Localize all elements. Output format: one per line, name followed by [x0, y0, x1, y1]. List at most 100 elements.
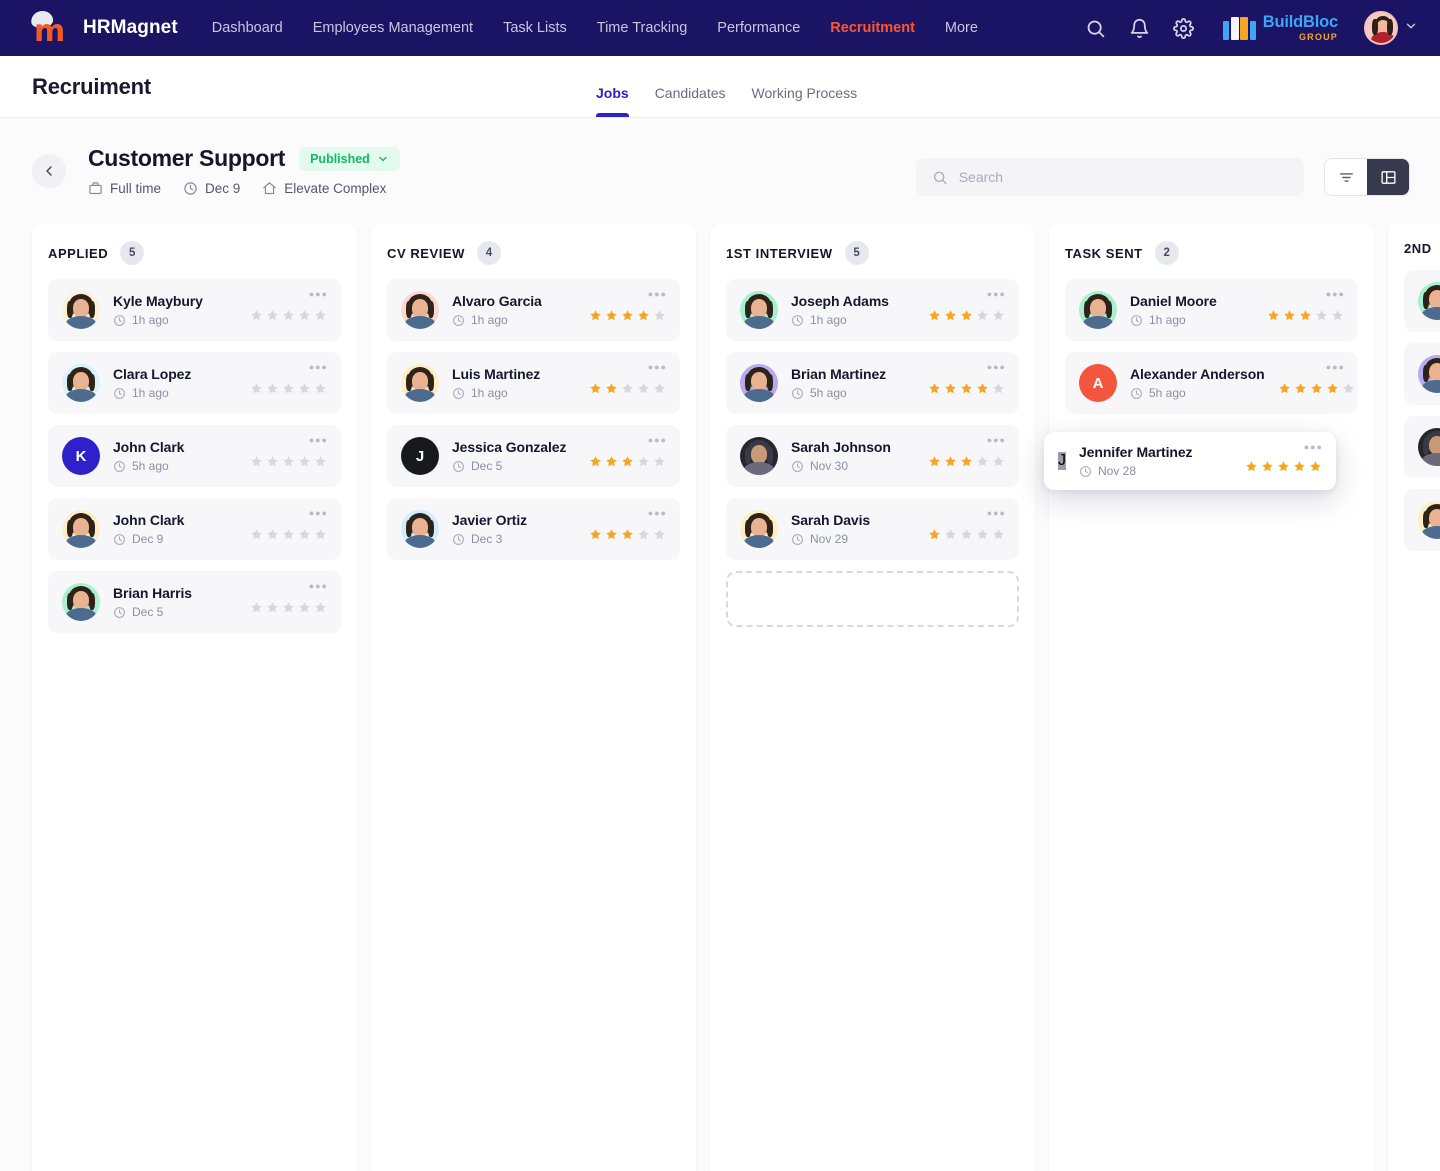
candidate-card[interactable]	[1404, 489, 1440, 551]
brand-logo[interactable]: m HRMagnet	[29, 9, 178, 47]
star-icon[interactable]	[637, 309, 650, 322]
star-icon[interactable]	[282, 382, 295, 395]
star-icon[interactable]	[314, 601, 327, 614]
star-icon[interactable]	[944, 528, 957, 541]
star-icon[interactable]	[960, 309, 973, 322]
bell-icon[interactable]	[1127, 16, 1151, 40]
card-menu-icon[interactable]: ●●●	[987, 363, 1006, 372]
candidate-rating[interactable]	[589, 372, 666, 395]
card-menu-icon[interactable]: ●●●	[309, 363, 328, 372]
nav-link-time-tracking[interactable]: Time Tracking	[597, 20, 688, 36]
star-icon[interactable]	[621, 528, 634, 541]
candidate-card[interactable]	[1404, 416, 1440, 478]
candidate-rating[interactable]	[589, 445, 666, 468]
candidate-card[interactable]: Luis Martinez 1h ago ●●●	[387, 352, 680, 414]
gear-icon[interactable]	[1171, 16, 1195, 40]
star-icon[interactable]	[637, 528, 650, 541]
candidate-rating[interactable]	[250, 445, 327, 468]
star-icon[interactable]	[250, 382, 263, 395]
star-icon[interactable]	[250, 528, 263, 541]
star-icon[interactable]	[1245, 460, 1258, 473]
candidate-card[interactable]: A Alexander Anderson 5h ago ●●●	[1065, 352, 1358, 414]
card-menu-icon[interactable]: ●●●	[648, 290, 667, 299]
candidate-rating[interactable]	[1267, 299, 1344, 322]
star-icon[interactable]	[1283, 309, 1296, 322]
candidate-rating[interactable]	[589, 299, 666, 322]
card-menu-icon[interactable]: ●●●	[987, 509, 1006, 518]
star-icon[interactable]	[589, 382, 602, 395]
star-icon[interactable]	[960, 528, 973, 541]
card-drop-placeholder[interactable]	[726, 571, 1019, 627]
star-icon[interactable]	[976, 455, 989, 468]
board-column[interactable]: 1ST INTERVIEW 5 Joseph Adams 1h ago ●●● Brian…	[710, 223, 1035, 1171]
card-menu-icon[interactable]: ●●●	[648, 509, 667, 518]
candidate-rating[interactable]	[1245, 450, 1322, 473]
star-icon[interactable]	[298, 601, 311, 614]
star-icon[interactable]	[992, 528, 1005, 541]
candidate-card[interactable]	[1404, 270, 1440, 332]
candidate-rating[interactable]	[928, 518, 1005, 541]
star-icon[interactable]	[976, 528, 989, 541]
star-icon[interactable]	[298, 382, 311, 395]
star-icon[interactable]	[653, 309, 666, 322]
candidate-card[interactable]: John Clark Dec 9 ●●●	[48, 498, 341, 560]
star-icon[interactable]	[960, 455, 973, 468]
star-icon[interactable]	[992, 309, 1005, 322]
star-icon[interactable]	[1315, 309, 1328, 322]
star-icon[interactable]	[605, 455, 618, 468]
board-column[interactable]: APPLIED 5 Kyle Maybury 1h ago ●●● Clara Lopez…	[32, 223, 357, 1171]
dragged-candidate-card[interactable]: J Jennifer Martinez Nov 28 ●●●	[1044, 432, 1336, 490]
tab-working-process[interactable]: Working Process	[752, 85, 858, 117]
filter-button[interactable]	[1325, 159, 1367, 195]
nav-link-task-lists[interactable]: Task Lists	[503, 20, 567, 36]
star-icon[interactable]	[621, 455, 634, 468]
tab-candidates[interactable]: Candidates	[655, 85, 726, 117]
kanban-board[interactable]: APPLIED 5 Kyle Maybury 1h ago ●●● Clara Lopez…	[0, 223, 1440, 1171]
star-icon[interactable]	[1267, 309, 1280, 322]
star-icon[interactable]	[944, 309, 957, 322]
candidate-rating[interactable]	[1278, 372, 1355, 395]
star-icon[interactable]	[992, 455, 1005, 468]
star-icon[interactable]	[282, 309, 295, 322]
candidate-rating[interactable]	[250, 518, 327, 541]
card-menu-icon[interactable]: ●●●	[1326, 363, 1345, 372]
card-menu-icon[interactable]: ●●●	[1326, 290, 1345, 299]
candidate-card[interactable]: Daniel Moore 1h ago ●●●	[1065, 279, 1358, 341]
star-icon[interactable]	[605, 382, 618, 395]
nav-more-dropdown[interactable]: More	[945, 19, 1001, 38]
star-icon[interactable]	[266, 309, 279, 322]
star-icon[interactable]	[1342, 382, 1355, 395]
star-icon[interactable]	[992, 382, 1005, 395]
card-menu-icon[interactable]: ●●●	[1304, 443, 1323, 452]
star-icon[interactable]	[282, 455, 295, 468]
board-column[interactable]: CV REVIEW 4 Alvaro Garcia 1h ago ●●● Luis Mar…	[371, 223, 696, 1171]
board-column[interactable]: TASK SENT 2 Daniel Moore 1h ago ●●● A Alexande…	[1049, 223, 1374, 1171]
card-menu-icon[interactable]: ●●●	[309, 290, 328, 299]
star-icon[interactable]	[653, 455, 666, 468]
star-icon[interactable]	[250, 601, 263, 614]
star-icon[interactable]	[1261, 460, 1274, 473]
candidate-card[interactable]: Brian Harris Dec 5 ●●●	[48, 571, 341, 633]
star-icon[interactable]	[266, 382, 279, 395]
star-icon[interactable]	[282, 528, 295, 541]
star-icon[interactable]	[637, 455, 650, 468]
candidate-card[interactable]: Clara Lopez 1h ago ●●●	[48, 352, 341, 414]
nav-link-recruitment[interactable]: Recruitment	[830, 20, 915, 36]
star-icon[interactable]	[314, 455, 327, 468]
candidate-card[interactable]: Kyle Maybury 1h ago ●●●	[48, 279, 341, 341]
nav-link-dashboard[interactable]: Dashboard	[212, 20, 283, 36]
board-column[interactable]: 2ND	[1388, 223, 1440, 1171]
candidate-rating[interactable]	[928, 445, 1005, 468]
star-icon[interactable]	[944, 455, 957, 468]
star-icon[interactable]	[1310, 382, 1323, 395]
card-menu-icon[interactable]: ●●●	[309, 582, 328, 591]
star-icon[interactable]	[314, 382, 327, 395]
star-icon[interactable]	[1293, 460, 1306, 473]
star-icon[interactable]	[266, 601, 279, 614]
star-icon[interactable]	[621, 382, 634, 395]
status-badge[interactable]: Published	[299, 146, 400, 171]
search-input[interactable]	[958, 169, 1288, 185]
star-icon[interactable]	[250, 309, 263, 322]
star-icon[interactable]	[589, 455, 602, 468]
search-icon[interactable]	[1083, 16, 1107, 40]
